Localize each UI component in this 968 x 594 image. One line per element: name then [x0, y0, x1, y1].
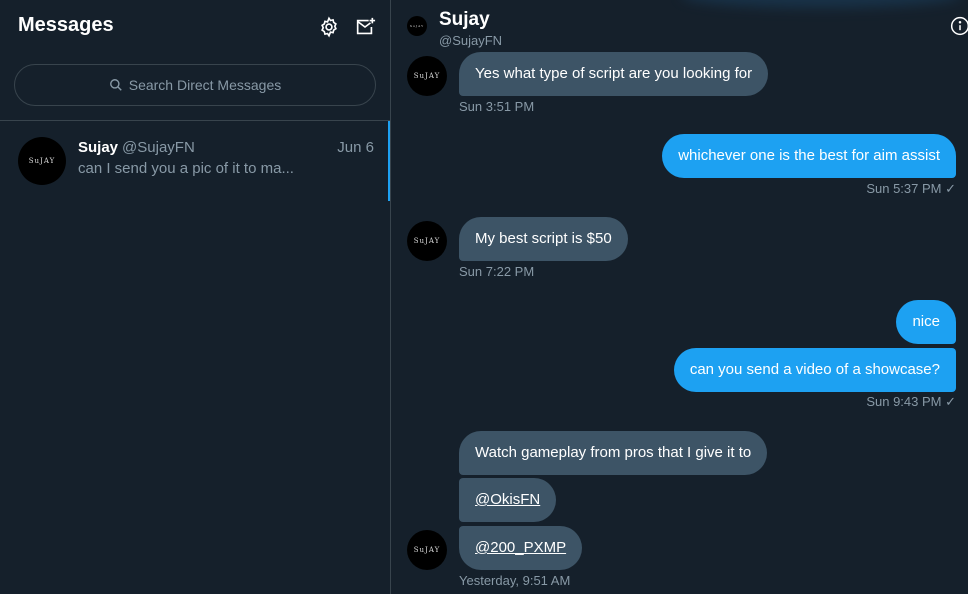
- message-bubble-outgoing[interactable]: can you send a video of a showcase?: [673, 348, 956, 392]
- search-icon: [109, 79, 122, 91]
- page-title: Messages: [18, 14, 114, 36]
- chat-panel: SuJAY Sujay @SujayFN SuJAY Yes what type…: [391, 0, 968, 594]
- gear-icon[interactable]: [318, 16, 340, 38]
- conversation-item[interactable]: SuJAY Sujay @SujayFN Jun 6 can I send you…: [0, 121, 390, 201]
- chat-header-avatar[interactable]: SuJAY: [407, 16, 427, 36]
- message-bubble-incoming[interactable]: Yes what type of script are you looking …: [459, 52, 769, 96]
- chat-title[interactable]: Sujay: [439, 9, 490, 31]
- avatar: SuJAY: [18, 137, 66, 185]
- message-bubble-incoming[interactable]: My best script is $50: [459, 217, 628, 261]
- decorative-glow: [681, 0, 961, 8]
- conversation-list-panel: Messages Search Direct Messages SuJAY Su…: [0, 0, 391, 594]
- message-timestamp: Sun 9:43 PM ✓: [866, 394, 956, 409]
- search-placeholder: Search Direct Messages: [128, 77, 282, 93]
- info-icon[interactable]: [950, 16, 968, 36]
- mention-link[interactable]: @200_PXMP: [459, 526, 583, 570]
- avatar[interactable]: SuJAY: [407, 56, 447, 96]
- message-timestamp: Sun 5:37 PM ✓: [866, 181, 956, 196]
- new-message-icon[interactable]: [354, 16, 376, 38]
- avatar[interactable]: SuJAY: [407, 530, 447, 570]
- message-bubble-outgoing[interactable]: nice: [896, 300, 956, 344]
- conversation-name: Sujay @SujayFN: [78, 139, 195, 156]
- search-input[interactable]: Search Direct Messages: [14, 64, 376, 106]
- conversation-handle: @SujayFN: [122, 139, 195, 156]
- messages-header: Messages: [0, 0, 390, 52]
- chat-handle: @SujayFN: [439, 33, 503, 48]
- conversation-date: Jun 6: [337, 139, 374, 156]
- message-bubble-incoming[interactable]: Watch gameplay from pros that I give it …: [459, 431, 768, 475]
- conversation-preview: can I send you a pic of it to ma...: [78, 160, 294, 177]
- avatar[interactable]: SuJAY: [407, 221, 447, 261]
- selected-indicator: [388, 121, 390, 201]
- message-timestamp: Sun 7:22 PM: [459, 264, 535, 279]
- message-timestamp: Yesterday, 9:51 AM: [459, 573, 571, 588]
- message-bubble-outgoing[interactable]: whichever one is the best for aim assist: [662, 134, 956, 178]
- mention-link[interactable]: @OkisFN: [459, 478, 557, 522]
- message-timestamp: Sun 3:51 PM: [459, 99, 535, 114]
